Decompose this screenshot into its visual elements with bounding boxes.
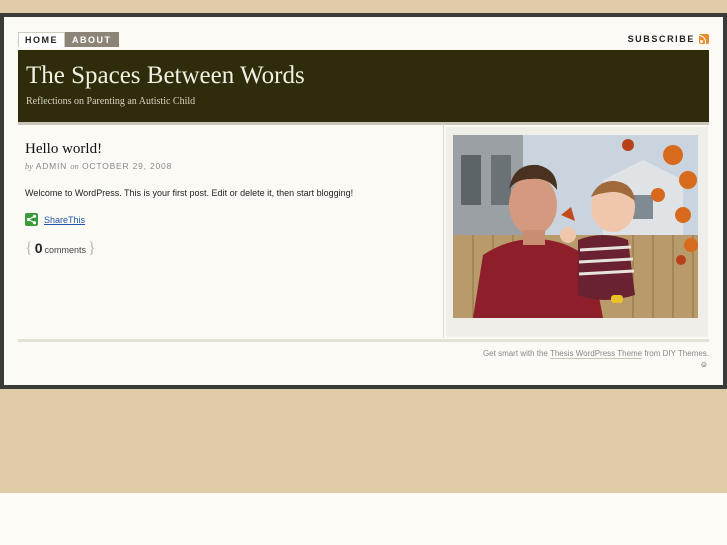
comments-open-brace: {: [25, 240, 33, 257]
main-content: Hello world! by ADMIN on OCTOBER 29, 200…: [18, 124, 444, 338]
post-title[interactable]: Hello world!: [25, 141, 102, 158]
footer-company-link[interactable]: DIY Themes.: [663, 349, 709, 358]
site-header: The Spaces Between Words Reflections on …: [18, 50, 709, 125]
nav-tab-about[interactable]: ABOUT: [65, 32, 119, 47]
comments-link[interactable]: { 0 comments }: [25, 240, 96, 258]
page-frame: HOME ABOUT SUBSCRIBE The Spaces Between …: [0, 13, 727, 389]
post-body: Welcome to WordPress. This is your first…: [25, 188, 354, 198]
share-link[interactable]: ShareThis: [44, 215, 85, 225]
byline-by: by: [25, 161, 34, 171]
site-title[interactable]: The Spaces Between Words: [26, 62, 305, 90]
byline-on: on: [70, 161, 79, 171]
share-widget[interactable]: ShareThis: [25, 213, 85, 226]
subscribe-label: SUBSCRIBE: [627, 34, 695, 44]
post-author[interactable]: ADMIN: [36, 161, 67, 171]
sidebar: [446, 127, 708, 337]
top-nav: HOME ABOUT: [18, 32, 119, 48]
smiley-icon: ☺: [699, 360, 708, 369]
comments-label[interactable]: comments: [44, 245, 86, 255]
post-date: OCTOBER 29, 2008: [81, 161, 173, 171]
nav-tab-home[interactable]: HOME: [18, 32, 65, 47]
share-icon[interactable]: [25, 213, 38, 226]
rss-icon: [699, 34, 709, 44]
comment-count[interactable]: 0: [35, 240, 43, 256]
site-tagline: Reflections on Parenting an Autistic Chi…: [26, 96, 196, 107]
page-container: HOME ABOUT SUBSCRIBE The Spaces Between …: [4, 17, 723, 385]
comments-close-brace: }: [88, 240, 96, 257]
post-byline: by ADMIN on OCTOBER 29, 2008: [25, 161, 172, 171]
footer-theme-link[interactable]: Thesis WordPress Theme: [549, 349, 643, 359]
footer-prefix: Get smart with the: [482, 349, 548, 358]
footer-credits: Get smart with the Thesis WordPress Them…: [482, 349, 709, 359]
footer-divider: [18, 339, 709, 342]
subscribe-link[interactable]: SUBSCRIBE: [628, 34, 709, 44]
sidebar-photo: [453, 135, 698, 318]
footer-middle: from: [644, 349, 661, 358]
